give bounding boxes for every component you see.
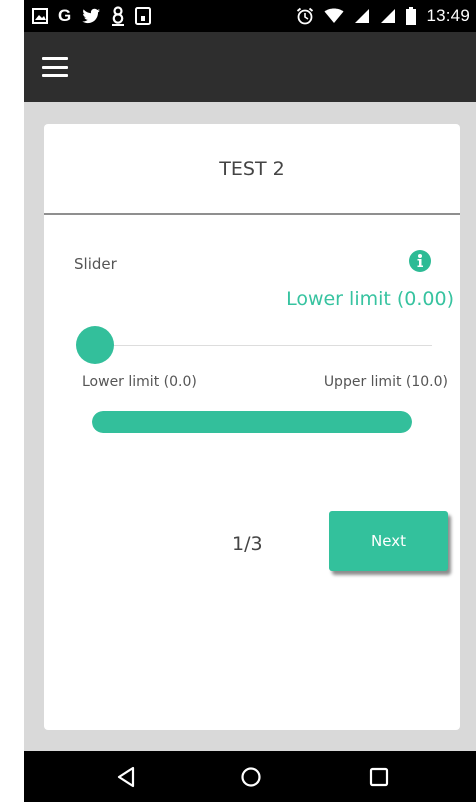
- menu-icon[interactable]: [40, 54, 70, 80]
- next-button[interactable]: Next: [329, 511, 448, 571]
- battery-icon: [406, 6, 417, 26]
- navigation-bar: [24, 751, 476, 802]
- eight-icon: [111, 6, 125, 26]
- signal-icon: [380, 6, 396, 26]
- app-bar: [24, 32, 476, 102]
- status-right-icons: 13:49: [296, 6, 470, 26]
- test-card: TEST 2 Slider Lower limit (0.00) Lower l…: [44, 124, 460, 730]
- progress-bar: [92, 411, 412, 433]
- status-bar: G 13:49: [24, 0, 476, 32]
- range-min-label: Lower limit (0.0): [82, 374, 197, 390]
- back-icon[interactable]: [112, 763, 140, 791]
- recents-icon[interactable]: [365, 763, 393, 791]
- status-clock: 13:49: [426, 6, 470, 25]
- value-slider[interactable]: [76, 326, 432, 366]
- status-left-icons: G: [32, 6, 152, 26]
- info-icon[interactable]: [409, 250, 431, 272]
- twitter-icon: [81, 6, 101, 26]
- home-icon[interactable]: [237, 763, 265, 791]
- progress-fill: [92, 411, 412, 433]
- google-icon: G: [58, 6, 72, 25]
- range-max-label: Upper limit (10.0): [323, 374, 448, 390]
- signal-icon: [354, 6, 370, 26]
- wifi-icon: [324, 6, 344, 26]
- slider-track: [86, 345, 432, 346]
- page-title: TEST 2: [219, 157, 285, 180]
- slider-thumb[interactable]: [76, 326, 114, 364]
- slider-value-text: Lower limit (0.00): [286, 288, 454, 310]
- alarm-icon: [296, 6, 314, 26]
- download-icon: [135, 6, 152, 26]
- phone-screen: G 13:49 TEST 2 Slider Lower limit (0.00)…: [24, 0, 476, 802]
- page-indicator: 1/3: [232, 533, 263, 555]
- slider-label: Slider: [74, 255, 117, 273]
- gallery-icon: [32, 6, 48, 26]
- title-divider: [44, 213, 460, 215]
